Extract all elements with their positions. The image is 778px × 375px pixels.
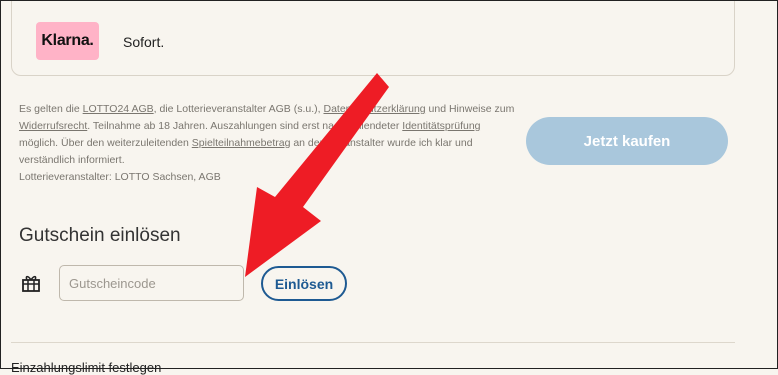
identity-check-link[interactable]: Identitätsprüfung: [402, 120, 480, 132]
section-divider: [11, 342, 735, 343]
withdrawal-link[interactable]: Widerrufsrecht: [19, 120, 87, 132]
legal-text: und Hinweise zum: [425, 103, 515, 115]
legal-text: Es gelten die: [19, 103, 83, 115]
buy-now-button[interactable]: Jetzt kaufen: [526, 117, 728, 165]
klarna-logo: Klarna.: [36, 22, 99, 60]
redeem-button[interactable]: Einlösen: [261, 266, 347, 301]
gift-icon: [22, 275, 40, 292]
agb-link[interactable]: LOTTO24 AGB: [83, 103, 154, 115]
voucher-section-title: Gutschein einlösen: [19, 225, 181, 246]
deposit-limit-link[interactable]: Einzahlungslimit festlegen: [11, 360, 161, 375]
payment-method-label: Sofort.: [123, 34, 165, 50]
organizer-text: Lotterieveranstalter: LOTTO Sachsen, AGB: [19, 171, 221, 183]
legal-text: möglich. Über den weiterzuleitenden: [19, 137, 192, 149]
legal-text: , die Lotterieveranstalter AGB (s.u.),: [153, 103, 324, 115]
payment-method-card[interactable]: [11, 0, 735, 76]
privacy-link[interactable]: Datenschutzerklärung: [323, 103, 425, 115]
legal-text: . Teilnahme ab 18 Jahren. Auszahlungen s…: [87, 120, 403, 132]
legal-notice: Es gelten die LOTTO24 AGB, die Lotteriev…: [19, 101, 519, 186]
stake-amount-link[interactable]: Spielteilnahmebetrag: [192, 137, 291, 149]
voucher-code-input[interactable]: [59, 265, 244, 301]
